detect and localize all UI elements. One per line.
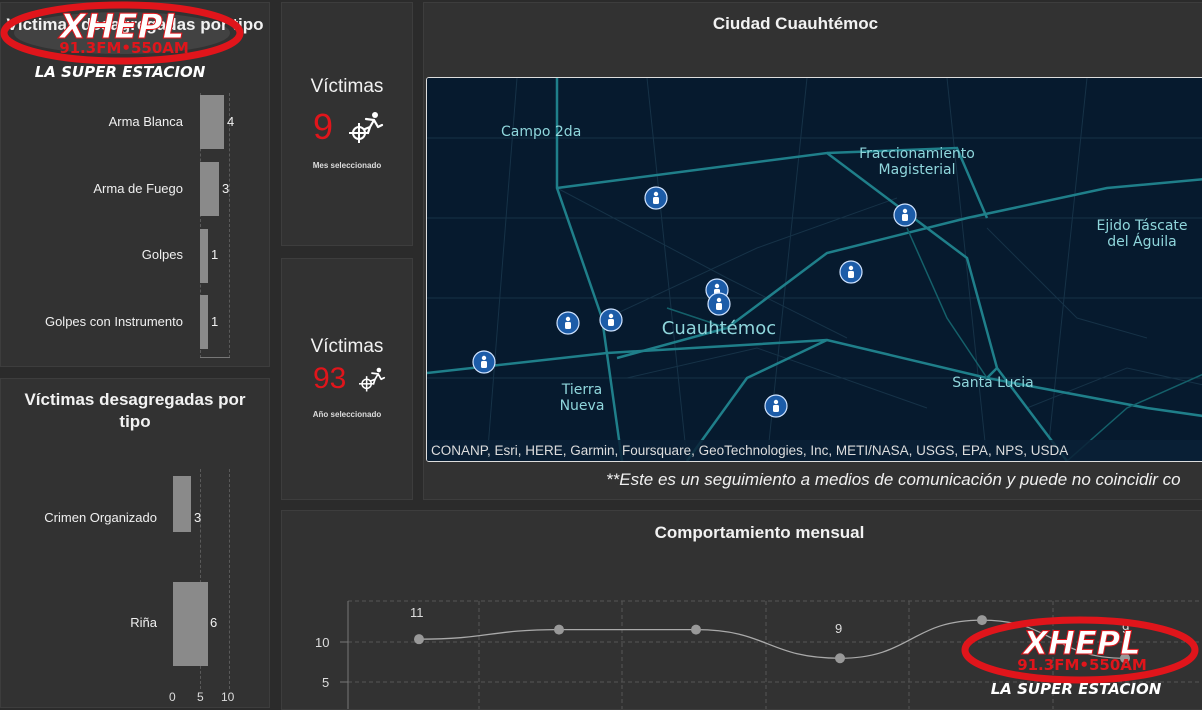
map-label-ejido: Ejido Táscate bbox=[1096, 218, 1187, 234]
line-point[interactable] bbox=[835, 653, 845, 664]
bar-golpes[interactable] bbox=[200, 229, 208, 283]
type-panel-bottom: Víctimas desagregadas por tipo Crimen Or… bbox=[0, 378, 270, 708]
incident-pin-icon[interactable] bbox=[599, 308, 623, 332]
line-point[interactable] bbox=[554, 624, 564, 635]
bar-label: Riña bbox=[130, 615, 157, 630]
map-label-magisterial: Magisterial bbox=[879, 162, 956, 178]
station-logo-bottom: XHEPL 91.3FM•550AM LA SUPER ESTACION bbox=[958, 610, 1202, 698]
map-canvas: Campo 2da Fraccionamiento Magisterial Ej… bbox=[427, 78, 1202, 461]
bar-value: 6 bbox=[210, 615, 218, 630]
bar-rina[interactable] bbox=[173, 582, 208, 666]
bar-label: Golpes bbox=[141, 247, 183, 262]
axis-tick: 10 bbox=[221, 690, 235, 704]
map-title: Ciudad Cuauhtémoc bbox=[712, 14, 879, 33]
kpi-subtitle: Mes seleccionado bbox=[312, 161, 382, 170]
kpi-value: 93 bbox=[313, 362, 347, 395]
line-point[interactable] bbox=[691, 624, 701, 635]
logo-tagline: LA SUPER ESTACION bbox=[991, 680, 1162, 697]
incident-pin-icon[interactable] bbox=[644, 186, 668, 210]
shooting-victim-icon bbox=[359, 367, 386, 392]
bar-label: Arma Blanca bbox=[108, 114, 183, 129]
axis-tick: 5 bbox=[197, 690, 204, 704]
map-label-nueva: Nueva bbox=[560, 398, 605, 414]
bar-crimen-organizado[interactable] bbox=[173, 476, 191, 532]
incident-pin-icon[interactable] bbox=[839, 260, 863, 284]
map-label-city: Cuauhtémoc bbox=[662, 318, 776, 339]
bar-label: Arma de Fuego bbox=[93, 181, 183, 196]
panel-title: Víctimas desagregadas por tipo bbox=[24, 390, 246, 431]
logo-graphic: XHEPL 91.3FM•550AM LA SUPER ESTACION bbox=[0, 1, 244, 81]
kpi-year-panel: Víctimas 93 Año seleccionado bbox=[281, 258, 413, 500]
map-panel: Ciudad Cuauhtémoc Campo 2da Fraccionamie… bbox=[423, 2, 1202, 500]
incident-pin-icon[interactable] bbox=[707, 292, 731, 316]
map-label-aguila: del Águila bbox=[1107, 233, 1177, 250]
map-attribution: CONANP, Esri, HERE, Garmin, Foursquare, … bbox=[431, 443, 1068, 458]
bar-label: Golpes con Instrumento bbox=[44, 314, 183, 329]
logo-graphic: XHEPL 91.3FM•550AM LA SUPER ESTACION bbox=[961, 616, 1199, 698]
map-label-santa-lucia: Santa Lucia bbox=[952, 375, 1033, 391]
map-view[interactable]: Campo 2da Fraccionamiento Magisterial Ej… bbox=[426, 77, 1202, 462]
map-label-campo: Campo 2da bbox=[501, 124, 581, 140]
kpi-month-panel: Víctimas 9 Mes seleccionado bbox=[281, 2, 413, 246]
logo-frequency: 91.3FM•550AM bbox=[59, 39, 189, 57]
logo-tagline: LA SUPER ESTACION bbox=[35, 63, 206, 81]
station-logo: XHEPL 91.3FM•550AM LA SUPER ESTACION bbox=[0, 0, 245, 82]
bar-label: Crimen Organizado bbox=[44, 510, 157, 525]
incident-pin-icon[interactable] bbox=[472, 350, 496, 374]
logo-frequency: 91.3FM•550AM bbox=[1017, 656, 1147, 674]
disclaimer-note: **Este es un seguimiento a medios de com… bbox=[606, 470, 1181, 489]
kpi-subtitle: Año seleccionado bbox=[312, 410, 382, 419]
kpi-title: Víctimas bbox=[310, 336, 384, 357]
y-tick: 10 bbox=[315, 635, 330, 650]
bar-value: 3 bbox=[194, 510, 202, 525]
grid-line bbox=[229, 93, 230, 358]
shooting-victim-icon bbox=[349, 112, 384, 143]
axis-line bbox=[200, 357, 230, 358]
incident-pin-icon[interactable] bbox=[893, 203, 917, 227]
kpi-value: 9 bbox=[313, 106, 334, 147]
map-label-fraccionamiento: Fraccionamiento bbox=[859, 146, 975, 162]
line-point[interactable] bbox=[414, 634, 424, 645]
axis-tick: 0 bbox=[169, 690, 176, 704]
y-tick: 5 bbox=[322, 675, 330, 690]
bar-arma-de-fuego[interactable] bbox=[200, 162, 219, 216]
bar-arma-blanca[interactable] bbox=[200, 95, 224, 149]
bar-value: 3 bbox=[222, 181, 230, 196]
bar-value: 4 bbox=[227, 114, 235, 129]
bar-value: 1 bbox=[211, 247, 219, 262]
incident-pin-icon[interactable] bbox=[764, 394, 788, 418]
incident-pin-icon[interactable] bbox=[556, 311, 580, 335]
point-label: 11 bbox=[410, 605, 424, 620]
kpi-title: Víctimas bbox=[310, 76, 384, 97]
bar-value: 1 bbox=[211, 314, 219, 329]
map-label-tierra: Tierra bbox=[561, 382, 602, 398]
bar-golpes-con-instrumento[interactable] bbox=[200, 295, 208, 349]
point-label: 9 bbox=[835, 621, 843, 636]
grid-line bbox=[229, 469, 230, 689]
